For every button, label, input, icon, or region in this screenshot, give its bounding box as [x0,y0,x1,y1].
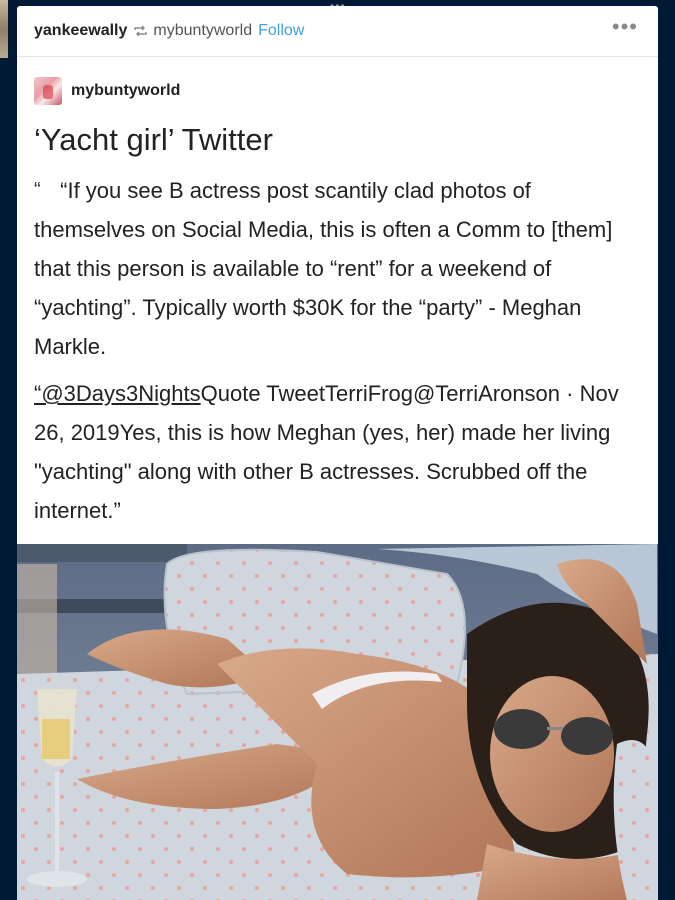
follow-button[interactable]: Follow [258,22,304,40]
source-blog-link[interactable]: mybuntyworld [153,22,252,40]
post-header: yankeewally mybuntyworld Follow ••• [17,6,658,57]
more-options-icon[interactable]: ••• [612,16,638,40]
adjacent-post-edge [0,0,8,58]
post-title: ‘Yacht girl’ Twitter [34,122,273,157]
quote-text: “If you see B actress post scantily clad… [34,178,613,359]
post-photo[interactable] [17,544,658,900]
post-card: yankeewally mybuntyworld Follow ••• mybu… [17,6,658,900]
post-blog-name[interactable]: mybuntyworld [71,82,180,100]
quote-paragraph: “ “If you see B actress post scantily cl… [34,171,638,366]
blog-avatar[interactable] [34,77,62,105]
twitter-handle-link[interactable]: “@3Days3Nights [34,381,201,406]
reblogger-username[interactable]: yankeewally [34,22,127,40]
tweet-paragraph: “@3Days3NightsQuote TweetTerriFrog@Terri… [34,374,638,530]
post-body: “ “If you see B actress post scantily cl… [34,171,638,530]
post-author-row: mybuntyworld [34,77,658,105]
reblog-icon [133,25,148,37]
open-quote-mark: “ [34,179,41,201]
